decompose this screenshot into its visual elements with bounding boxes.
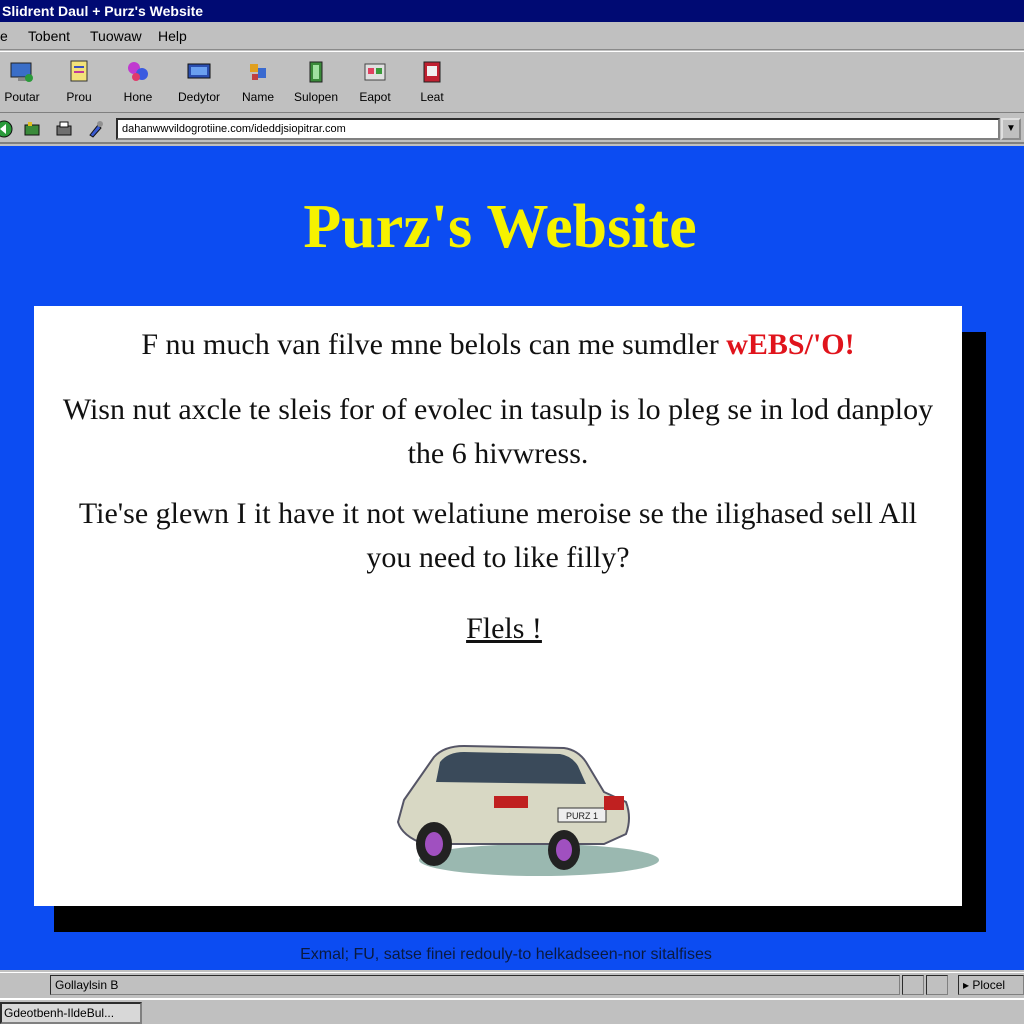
toolbar: Poutar Prou Hone Dedytor Name Sulopen Ea… bbox=[0, 51, 1024, 113]
open-icon bbox=[309, 61, 323, 83]
home-icon bbox=[128, 62, 148, 81]
car-image: PURZ 1 bbox=[396, 744, 659, 876]
toolbar-button-name[interactable]: Name bbox=[228, 58, 288, 110]
content-card: F nu much van filve mne belols can me su… bbox=[34, 306, 962, 906]
toolbar-button-eapot[interactable]: Eapot bbox=[345, 58, 405, 110]
leat-icon bbox=[423, 61, 441, 83]
page-footer: Exmal; FU, satse finei redouly-to helkad… bbox=[300, 946, 712, 963]
toolbar-button-prou[interactable]: Prou bbox=[49, 58, 109, 110]
window-title: Slidrent Daul + Purz's Website bbox=[2, 3, 204, 19]
menu-item-help[interactable]: Help bbox=[158, 22, 187, 50]
intro-highlight: wEBS/'O! bbox=[726, 328, 855, 361]
refresh-icon[interactable] bbox=[22, 119, 42, 139]
export-icon bbox=[364, 63, 386, 81]
status-zone: ▸ Plocel bbox=[958, 975, 1024, 995]
paragraph-2: Wisn nut axcle te sleis for of evolec in… bbox=[62, 393, 934, 470]
chevron-down-icon: ▼ bbox=[1006, 123, 1016, 134]
toolbar-button-leat[interactable]: Leat bbox=[402, 58, 462, 110]
name-icon bbox=[250, 64, 266, 80]
toolbar-button-hone[interactable]: Hone bbox=[108, 58, 168, 110]
back-icon[interactable] bbox=[0, 119, 14, 139]
tools-icon[interactable] bbox=[86, 119, 106, 139]
status-pane-1 bbox=[902, 975, 924, 995]
taskbar-window-button[interactable]: Gdeotbenh-IldeBul... bbox=[0, 1002, 142, 1024]
toolbar-button-poutar[interactable]: Poutar bbox=[0, 58, 52, 110]
print-icon[interactable] bbox=[54, 119, 74, 139]
car-license-plate: PURZ 1 bbox=[566, 811, 598, 821]
status-pane-2 bbox=[926, 975, 948, 995]
toolbar-button-dedytor[interactable]: Dedytor bbox=[169, 58, 229, 110]
page-viewport: Purz's Website F nu much van filve mne b… bbox=[0, 146, 1024, 970]
monitor-icon bbox=[10, 62, 33, 82]
intro-paragraph: F nu much van filve mne belols can me su… bbox=[34, 328, 962, 362]
content-link[interactable]: Flels ! bbox=[34, 612, 974, 646]
menu-item-tuowaw[interactable]: Tuowaw bbox=[90, 22, 142, 50]
document-icon bbox=[70, 60, 88, 82]
address-input[interactable]: dahanwwvildogrotiine.com/ideddjsiopitrar… bbox=[116, 118, 1000, 140]
intro-text: F nu much van filve mne belols can me su… bbox=[141, 328, 727, 361]
paragraph-3: Tie'se glewn I it have it not welatiune … bbox=[78, 497, 918, 574]
status-bar: Gollaylsin B ▸ Plocel bbox=[0, 972, 1024, 996]
menu-bar: e Tobent Tuowaw Help bbox=[0, 22, 1024, 50]
status-text: Gollaylsin B bbox=[50, 975, 900, 995]
toolbar-button-sulopen[interactable]: Sulopen bbox=[286, 58, 346, 110]
zone-icon: ▸ bbox=[963, 978, 973, 992]
menu-item-tobent[interactable]: Tobent bbox=[28, 22, 70, 50]
address-bar: dahanwwvildogrotiine.com/ideddjsiopitrar… bbox=[0, 114, 1024, 144]
address-dropdown-button[interactable]: ▼ bbox=[1001, 118, 1021, 140]
editor-icon bbox=[187, 63, 211, 79]
menu-item-file[interactable]: e bbox=[0, 22, 8, 50]
site-title: Purz's Website bbox=[303, 193, 697, 261]
status-zone-text: Plocel bbox=[972, 978, 1006, 992]
taskbar: Gdeotbenh-IldeBul... bbox=[0, 998, 1024, 1024]
window-title-bar: Slidrent Daul + Purz's Website bbox=[0, 0, 1024, 22]
